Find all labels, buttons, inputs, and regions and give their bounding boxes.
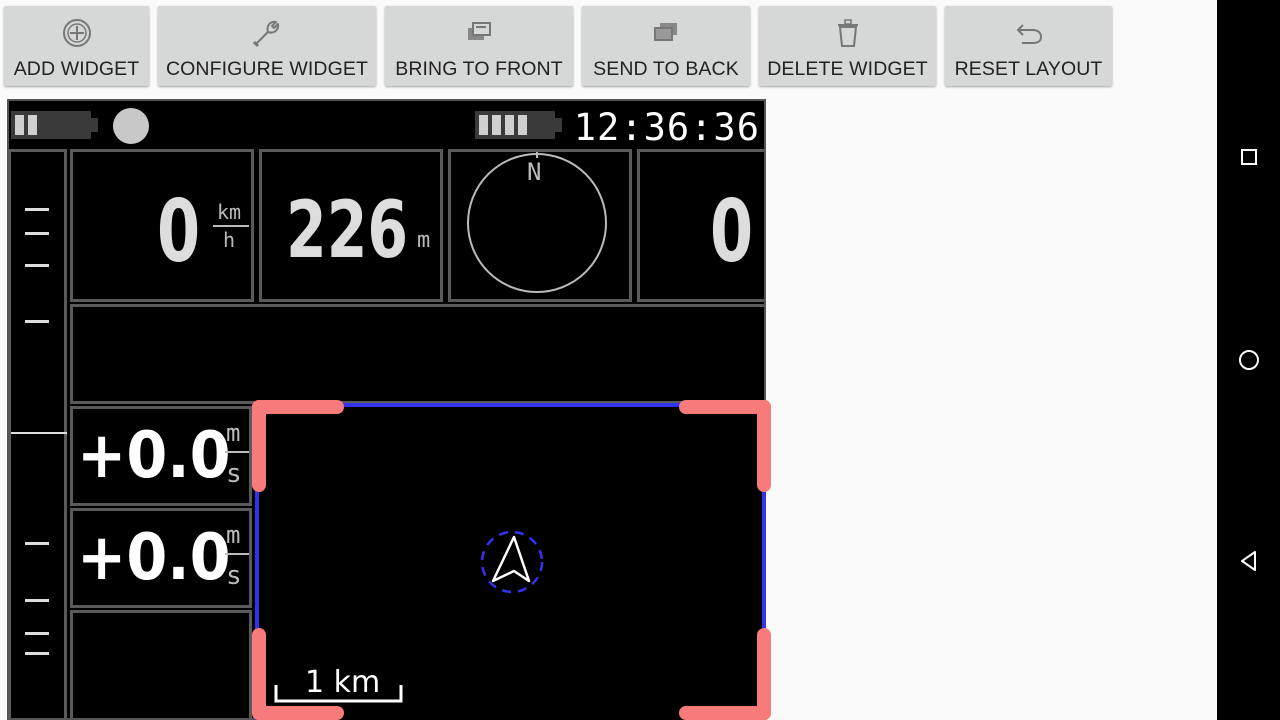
send-to-back-button[interactable]: SEND TO BACK [582,6,750,86]
tape-tick [25,232,49,235]
gps-status-dot [113,108,149,144]
empty-widget-lower[interactable] [70,610,252,718]
altitude-unit: m [417,228,431,253]
tape-tick [25,264,49,267]
resize-handle-top-left-v[interactable] [252,400,266,492]
vario-2-value: +0.0 [77,521,231,595]
vario-widget-2[interactable]: +0.0 m s [70,508,252,608]
wrench-icon [252,20,280,48]
send-to-back-label: SEND TO BACK [593,58,739,80]
home-icon[interactable] [1233,344,1265,376]
empty-widget[interactable] [70,304,764,404]
resize-handle-top-right-v[interactable] [757,400,771,492]
clock: 12:36:36 [573,106,760,149]
trash-icon [837,19,858,47]
bring-to-front-icon [468,22,491,40]
resize-handle-bottom-left-h[interactable] [252,706,344,720]
vario-widget-1[interactable]: +0.0 m s [70,406,252,506]
configure-widget-label: CONFIGURE WIDGET [165,58,368,80]
vario-2-unit-bottom: s [226,561,242,591]
battery-full-icon [475,111,562,139]
scale-label: 1 km [305,665,381,700]
tape-tick [25,652,49,655]
navigation-bar [1217,0,1280,720]
vario-1-unit-bottom: s [226,459,242,489]
speed-unit-top: km [217,200,242,224]
reset-layout-button[interactable]: RESET LAYOUT [945,6,1112,86]
battery-low-icon [11,111,98,139]
tape-tick [25,599,49,602]
speed-unit-fraction-bar [213,225,249,227]
ground-speed-widget[interactable]: 0 [637,149,764,302]
vario-1-value: +0.0 [77,419,231,493]
add-widget-label: ADD WIDGET [13,58,140,80]
bring-to-front-label: BRING TO FRONT [395,58,563,80]
reset-layout-label: RESET LAYOUT [954,58,1103,80]
compass-north-label: N [527,158,542,186]
undo-icon [1016,24,1042,44]
speed-unit-bottom: h [223,228,236,252]
vario-2-unit-bar [225,553,249,555]
position-arrow-icon [480,530,544,594]
send-to-back-icon [654,23,677,41]
speed-value: 0 [157,182,201,282]
altitude-widget[interactable]: 226 m [259,149,443,302]
vario-2-unit-top: m [226,521,241,549]
bring-to-front-button[interactable]: BRING TO FRONT [385,6,573,86]
back-icon[interactable] [1233,545,1265,577]
resize-handle-bottom-right-h[interactable] [679,706,771,720]
speed-widget[interactable]: 0 km h [70,149,254,302]
status-bar: 12:36:36 [9,101,764,149]
tape-zero-line [11,432,67,434]
vario-1-unit-top: m [226,419,241,447]
tape-tick [25,632,49,635]
add-widget-button[interactable]: ADD WIDGET [4,6,149,86]
altitude-value: 226 [286,186,409,276]
vario-tape-widget[interactable] [9,149,67,718]
tape-tick [25,542,49,545]
add-circle-icon [62,19,91,47]
vario-1-unit-bar [225,451,249,453]
recents-icon[interactable] [1233,141,1265,173]
compass-widget[interactable]: N [448,149,632,302]
delete-widget-button[interactable]: DELETE WIDGET [759,6,936,86]
configure-widget-button[interactable]: CONFIGURE WIDGET [158,6,376,86]
tape-tick [25,208,49,211]
map-widget[interactable]: 1 km [255,403,766,720]
ground-speed-value: 0 [710,182,754,282]
delete-widget-label: DELETE WIDGET [767,58,928,80]
tape-tick [25,320,49,323]
